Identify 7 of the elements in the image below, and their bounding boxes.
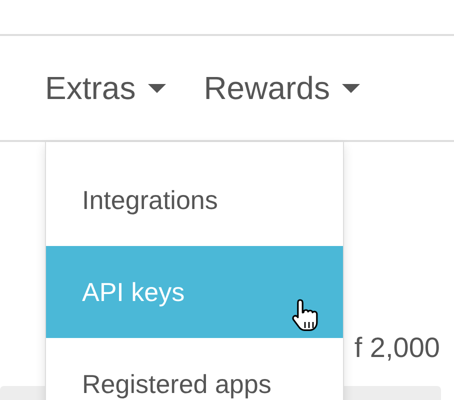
menu-item[interactable]: Integrations <box>46 154 343 246</box>
count-text: f 2,000 <box>354 332 440 364</box>
menu-item[interactable]: Registered apps <box>46 338 343 400</box>
caret-icon <box>342 84 360 92</box>
nav-menu-link[interactable]: Extras <box>45 70 166 106</box>
caret-icon <box>148 84 166 92</box>
nav-menu-link[interactable]: Rewards <box>204 70 360 106</box>
